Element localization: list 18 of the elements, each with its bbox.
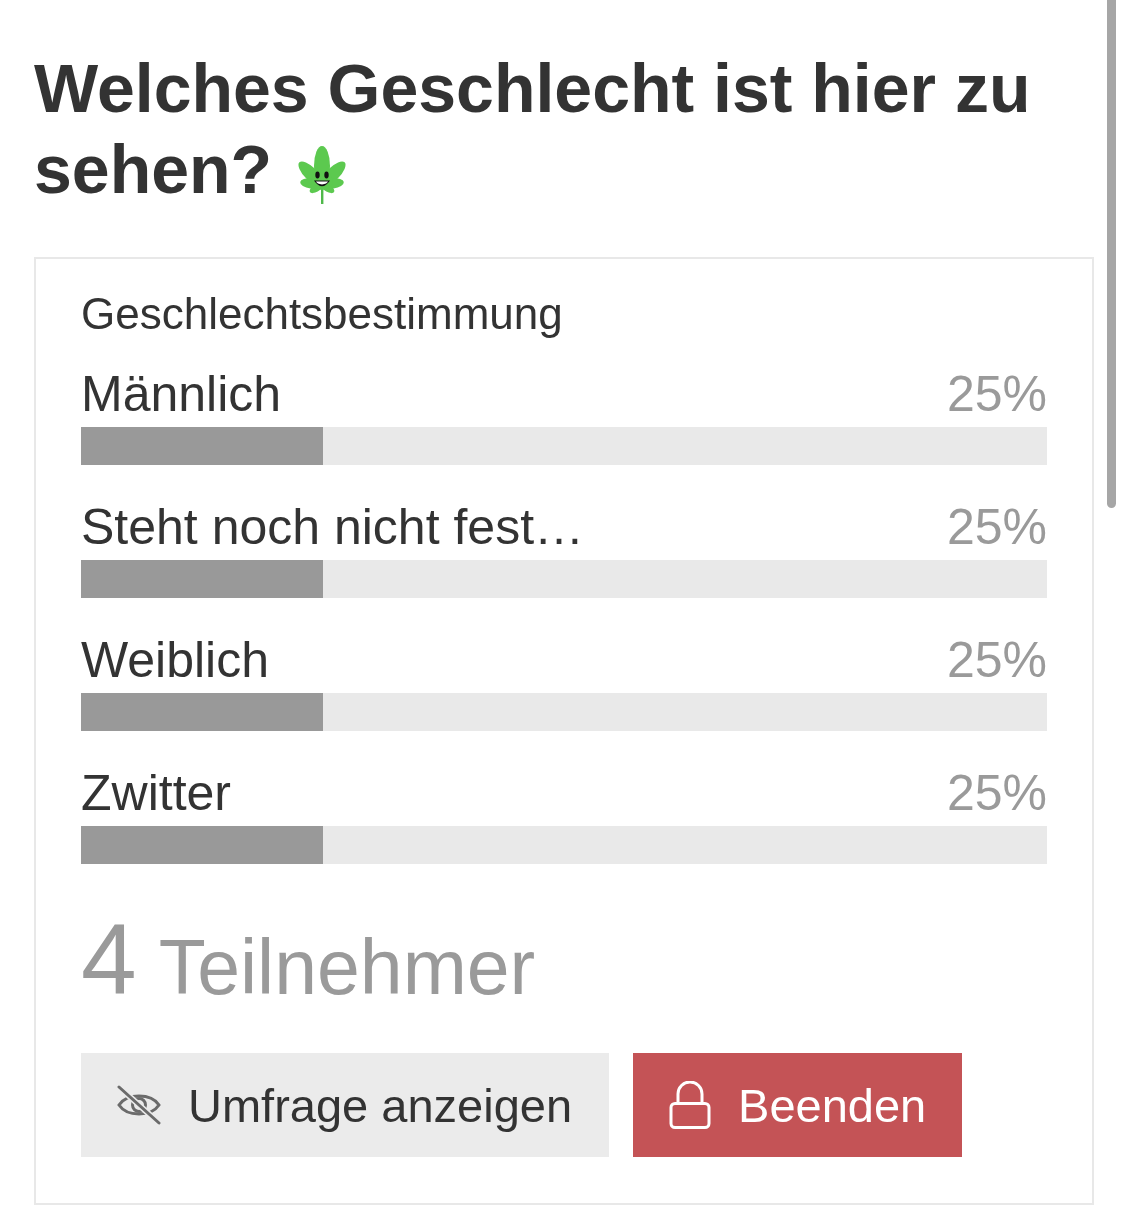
scrollbar-thumb[interactable] xyxy=(1107,0,1116,508)
option-percent: 25% xyxy=(946,764,1047,822)
end-poll-button[interactable]: Beenden xyxy=(633,1053,963,1157)
option-label: Zwitter xyxy=(81,764,231,822)
option-percent: 25% xyxy=(946,631,1047,689)
option-label: Männlich xyxy=(81,365,282,423)
question-title: Welches Geschlecht ist hier zu xyxy=(34,49,1031,128)
participant-label: Teilnehmer xyxy=(158,923,536,1012)
option-label: Weiblich xyxy=(81,631,270,689)
option-percent: 25% xyxy=(946,365,1047,423)
option-percent: 25% xyxy=(946,498,1047,556)
question-title: sehen? xyxy=(34,130,273,209)
option-label: Steht noch nicht fest… xyxy=(81,498,585,556)
lock-icon xyxy=(669,1081,712,1129)
eye-slash-icon xyxy=(115,1085,163,1125)
show-poll-button[interactable]: Umfrage anzeigen xyxy=(81,1053,610,1157)
participant-count: 4 xyxy=(81,909,137,1009)
poll-heading: Geschlechtsbestimmung xyxy=(81,288,564,339)
